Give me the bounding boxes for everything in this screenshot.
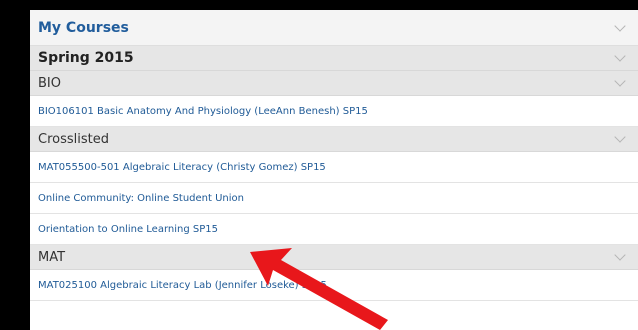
group-label: BIO [38, 75, 61, 91]
chevron-down-icon[interactable] [614, 50, 626, 62]
chevron-down-icon[interactable] [614, 75, 626, 87]
widget-header: My Courses [30, 10, 638, 46]
course-link[interactable]: Online Community: Online Student Union [38, 193, 244, 204]
widget-title: My Courses [38, 19, 129, 36]
course-link[interactable]: MAT055500-501 Algebraic Literacy (Christ… [38, 162, 326, 173]
group-label: MAT [38, 249, 66, 265]
course-item: Online Community: Online Student Union [30, 183, 638, 214]
annotation-arrow [250, 248, 388, 330]
group-header-bio[interactable]: BIO [30, 71, 638, 96]
chevron-down-icon[interactable] [614, 249, 626, 261]
course-item: BIO106101 Basic Anatomy And Physiology (… [30, 96, 638, 127]
chevron-down-icon[interactable] [614, 131, 626, 143]
course-link[interactable]: Orientation to Online Learning SP15 [38, 224, 218, 235]
term-label: Spring 2015 [38, 50, 134, 66]
chevron-down-icon[interactable] [614, 19, 626, 32]
course-link[interactable]: BIO106101 Basic Anatomy And Physiology (… [38, 106, 368, 117]
course-item: MAT055500-501 Algebraic Literacy (Christ… [30, 152, 638, 183]
term-header[interactable]: Spring 2015 [30, 46, 638, 71]
arrow-shape [250, 248, 388, 330]
group-label: Crosslisted [38, 131, 109, 147]
group-header-crosslisted[interactable]: Crosslisted [30, 127, 638, 152]
